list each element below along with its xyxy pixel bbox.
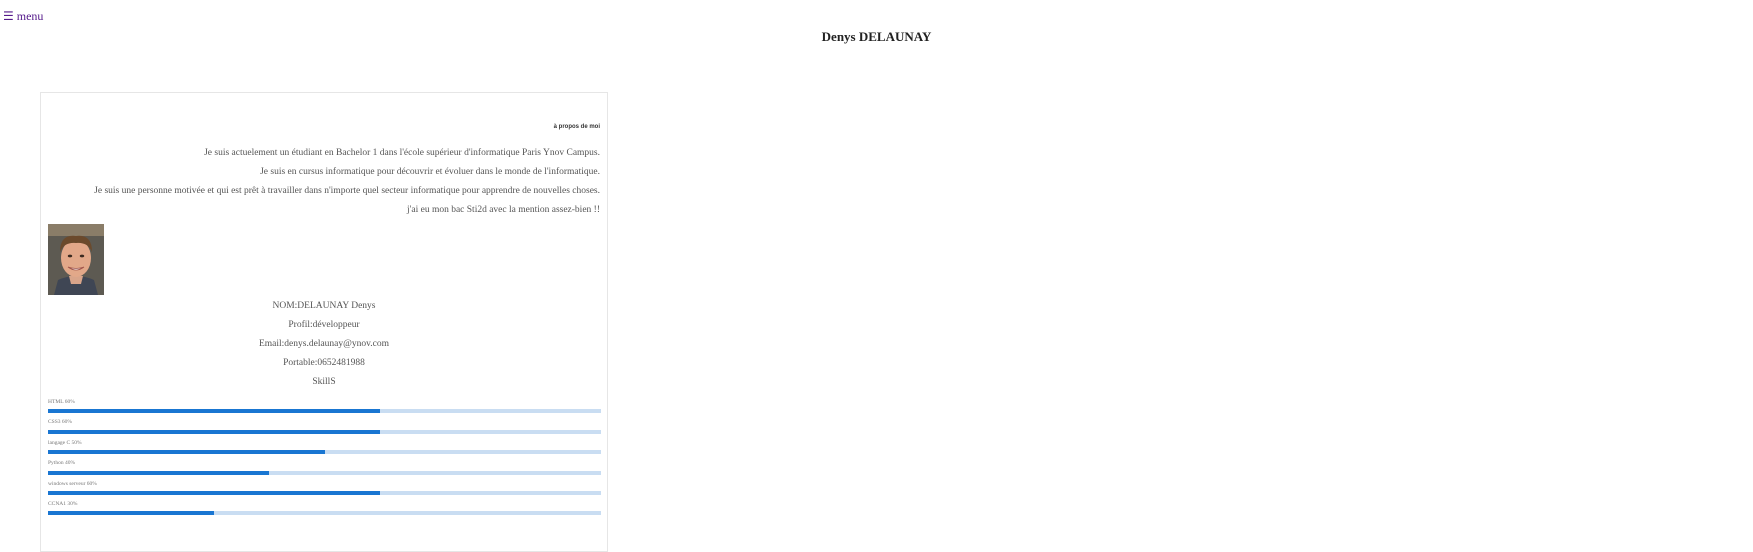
skill-label: windows serveur 60% [48,481,97,487]
profile-role: Profil:développeur [288,320,360,330]
profile-phone: Portable:0652481988 [283,358,365,368]
about-heading: à propos de moi [553,124,600,130]
skill-label: HTML 60% [48,399,75,405]
skill-label: Python 40% [48,460,76,466]
skill-bar-fill [48,491,380,495]
skill-bar-fill [48,511,214,515]
hamburger-icon: ☰ [3,9,14,23]
skill-bar [48,409,601,413]
profile-name: NOM:DELAUNAY Denys [272,301,376,311]
skill-bar [48,511,601,515]
skills-heading: SkillS [312,377,336,387]
about-line: j'ai eu mon bac Sti2d avec la mention as… [407,205,600,215]
skill-bar-fill [48,409,380,413]
skill-bar [48,471,601,475]
skill-label: CCNA1 30% [48,501,78,507]
skill-bar [48,430,601,434]
about-line: Je suis une personne motivée et qui est … [94,186,600,196]
about-line: Je suis en cursus informatique pour déco… [260,167,600,177]
profile-card: à propos de moi Je suis actuelement un é… [40,92,608,552]
skill-bar-fill [48,450,325,454]
skill-bar-fill [48,471,270,475]
menu-link[interactable]: ☰ menu [3,9,43,24]
skill-bar [48,491,601,495]
skill-bar [48,450,601,454]
skill-label: CSS3 60% [48,419,72,425]
avatar [48,224,104,295]
page-title: Denys DELAUNAY [821,29,932,44]
skill-label: langage C 50% [48,440,82,446]
profile-email: Email:denys.delaunay@ynov.com [258,339,390,349]
avatar-photo [48,224,104,295]
about-line: Je suis actuelement un étudiant en Bache… [204,148,600,158]
skill-bar-fill [48,430,380,434]
menu-label: menu [16,9,44,23]
